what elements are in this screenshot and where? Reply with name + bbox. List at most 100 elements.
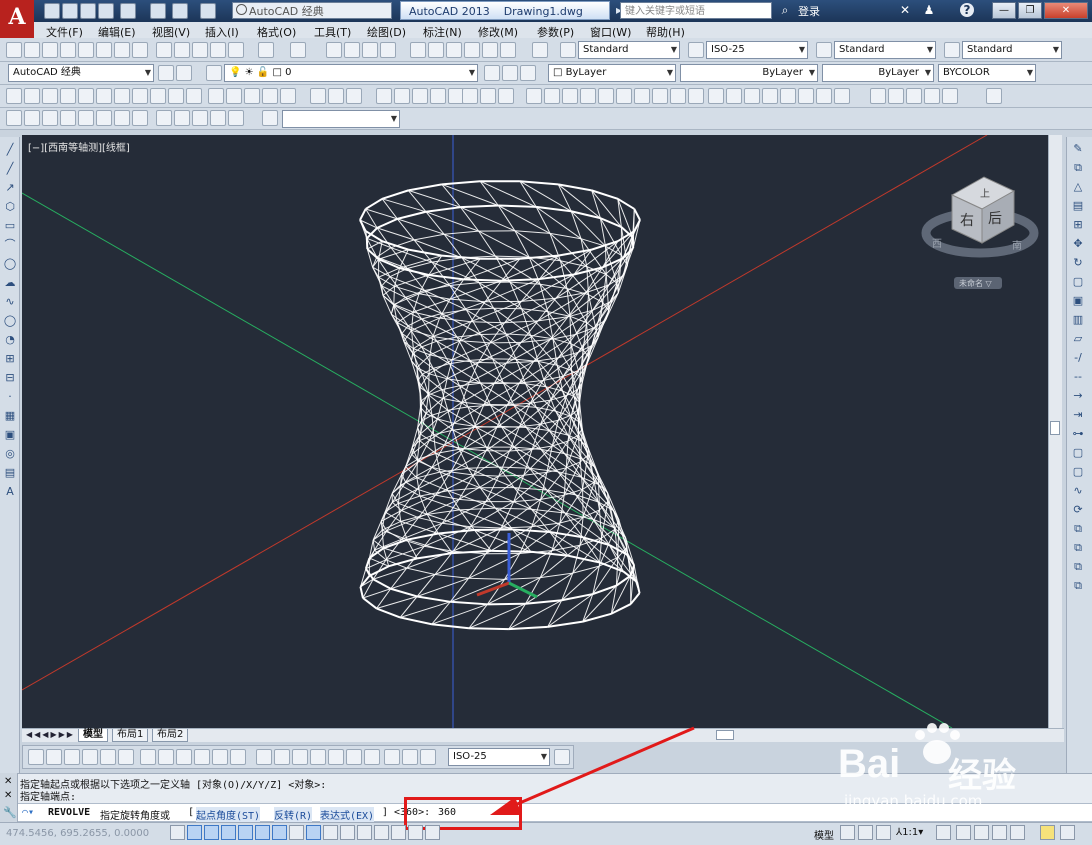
solid-tool-2-icon[interactable] [24, 88, 40, 104]
modify-tool-1-icon[interactable]: ✎ [1071, 142, 1085, 156]
modify-tool-19-icon[interactable]: ∿ [1071, 484, 1085, 498]
dimension-tool-c-3-icon[interactable] [292, 749, 308, 765]
draw-tool-17-icon[interactable]: ◎ [3, 447, 17, 461]
modify-tool-2-icon[interactable]: ⧉ [1071, 161, 1085, 175]
modify-tool-11-icon[interactable]: ▱ [1071, 332, 1085, 346]
dimension-tool-c-6-icon[interactable] [346, 749, 362, 765]
draw-tool-3-icon[interactable]: ↗ [3, 181, 17, 195]
draw-tool-13-icon[interactable]: ⊟ [3, 371, 17, 385]
drafting-toggle-13-icon[interactable] [374, 825, 389, 840]
drafting-toggle-3-icon[interactable] [204, 825, 219, 840]
modify-tool-14-icon[interactable]: → [1071, 389, 1085, 403]
dimension-tool-c-7-icon[interactable] [364, 749, 380, 765]
view-tool-4-icon[interactable] [60, 110, 76, 126]
dimension-tool-c-1-icon[interactable] [256, 749, 272, 765]
camera-tool-1-icon[interactable] [262, 110, 278, 126]
dimension-tool-b-6-icon[interactable] [230, 749, 246, 765]
dimension-tool-6-icon[interactable] [118, 749, 134, 765]
draw-tool-15-icon[interactable]: ▦ [3, 409, 17, 423]
dimension-tool-b-4-icon[interactable] [194, 749, 210, 765]
solid-tool-9-icon[interactable] [150, 88, 166, 104]
boolean-tool-3-icon[interactable] [346, 88, 362, 104]
view-tool-3-icon[interactable] [42, 110, 58, 126]
drafting-toggle-8-icon[interactable] [289, 825, 304, 840]
modify-tool-17-icon[interactable]: ▢ [1071, 446, 1085, 460]
edge-tool-7-icon[interactable] [634, 88, 650, 104]
extract-tool-3-icon[interactable] [498, 88, 514, 104]
face-tool-4-icon[interactable] [762, 88, 778, 104]
draw-tool-12-icon[interactable]: ⊞ [3, 352, 17, 366]
view-tool-8-icon[interactable] [132, 110, 148, 126]
dimension-tool-c-5-icon[interactable] [328, 749, 344, 765]
draw-tool-16-icon[interactable]: ▣ [3, 428, 17, 442]
edge-tool-8-icon[interactable] [652, 88, 668, 104]
orbit-tool-2-icon[interactable] [174, 110, 190, 126]
modify-tool-13-icon[interactable]: -- [1071, 370, 1085, 384]
drafting-toggle-15-icon[interactable] [408, 825, 423, 840]
section-tool-1-icon[interactable] [376, 88, 392, 104]
draw-tool-14-icon[interactable]: · [3, 390, 17, 404]
drafting-toggle-9-icon[interactable] [306, 825, 321, 840]
modify-tool-3-icon[interactable]: △ [1071, 180, 1085, 194]
dimension-tool-1-icon[interactable] [28, 749, 44, 765]
orbit-tool-1-icon[interactable] [156, 110, 172, 126]
solid-tool-5-icon[interactable] [78, 88, 94, 104]
face-tool-5-icon[interactable] [780, 88, 796, 104]
modify-tool-12-icon[interactable]: -/ [1071, 351, 1085, 365]
dimension-tool-5-icon[interactable] [100, 749, 116, 765]
drafting-toggle-2-icon[interactable] [187, 825, 202, 840]
dimension-tool-b-2-icon[interactable] [158, 749, 174, 765]
drafting-toggle-16-icon[interactable] [425, 825, 440, 840]
edge-tool-4-icon[interactable] [580, 88, 596, 104]
modify-tool-10-icon[interactable]: ▥ [1071, 313, 1085, 327]
drafting-toggle-10-icon[interactable] [323, 825, 338, 840]
modify-tool-5-icon[interactable]: ⊞ [1071, 218, 1085, 232]
section-tool-4-icon[interactable] [430, 88, 446, 104]
draw-tool-7-icon[interactable]: ◯ [3, 257, 17, 271]
modify-tool-15-icon[interactable]: ⇥ [1071, 408, 1085, 422]
render-tool-1-icon[interactable] [986, 88, 1002, 104]
visual-style-tool-1-icon[interactable] [870, 88, 886, 104]
dimension-tool-d-3-icon[interactable] [420, 749, 436, 765]
orbit-tool-3-icon[interactable] [192, 110, 208, 126]
extract-tool-2-icon[interactable] [480, 88, 496, 104]
draw-tool-8-icon[interactable]: ☁ [3, 276, 17, 290]
visual-style-tool-4-icon[interactable] [924, 88, 940, 104]
view-tool-1-icon[interactable] [6, 110, 22, 126]
modify-tool-16-icon[interactable]: ⊶ [1071, 427, 1085, 441]
drafting-toggle-5-icon[interactable] [238, 825, 253, 840]
modify-tool-24-icon[interactable]: ⧉ [1071, 579, 1085, 593]
modify-tool-23-icon[interactable]: ⧉ [1071, 560, 1085, 574]
modify-tool-22-icon[interactable]: ⧉ [1071, 541, 1085, 555]
drafting-toggle-11-icon[interactable] [340, 825, 355, 840]
dimension-tool-4-icon[interactable] [82, 749, 98, 765]
view-tool-6-icon[interactable] [96, 110, 112, 126]
orbit-tool-4-icon[interactable] [210, 110, 226, 126]
drafting-toggle-7-icon[interactable] [272, 825, 287, 840]
solid-tool-6-icon[interactable] [96, 88, 112, 104]
dimension-tool-c-4-icon[interactable] [310, 749, 326, 765]
modify-tool-20-icon[interactable]: ⟳ [1071, 503, 1085, 517]
orbit-tool-5-icon[interactable] [228, 110, 244, 126]
draw-tool-6-icon[interactable]: ⌒ [3, 238, 17, 252]
draw-tool-5-icon[interactable]: ▭ [3, 219, 17, 233]
view-tool-7-icon[interactable] [114, 110, 130, 126]
face-tool-1-icon[interactable] [708, 88, 724, 104]
edge-tool-10-icon[interactable] [688, 88, 704, 104]
solid-tool-3-icon[interactable] [42, 88, 58, 104]
draw-tool-1-icon[interactable]: ╱ [3, 143, 17, 157]
draw-tool-10-icon[interactable]: ◯ [3, 314, 17, 328]
modify-tool-8-icon[interactable]: ▢ [1071, 275, 1085, 289]
dimension-tool-b-1-icon[interactable] [140, 749, 156, 765]
face-tool-6-icon[interactable] [798, 88, 814, 104]
visual-style-tool-2-icon[interactable] [888, 88, 904, 104]
visual-style-tool-5-icon[interactable] [942, 88, 958, 104]
edge-tool-2-icon[interactable] [544, 88, 560, 104]
boolean-tool-1-icon[interactable] [310, 88, 326, 104]
draw-tool-11-icon[interactable]: ◔ [3, 333, 17, 347]
surface-tool-5-icon[interactable] [280, 88, 296, 104]
view-tool-5-icon[interactable] [78, 110, 94, 126]
modify-tool-18-icon[interactable]: ▢ [1071, 465, 1085, 479]
edge-tool-9-icon[interactable] [670, 88, 686, 104]
solid-tool-10-icon[interactable] [168, 88, 184, 104]
